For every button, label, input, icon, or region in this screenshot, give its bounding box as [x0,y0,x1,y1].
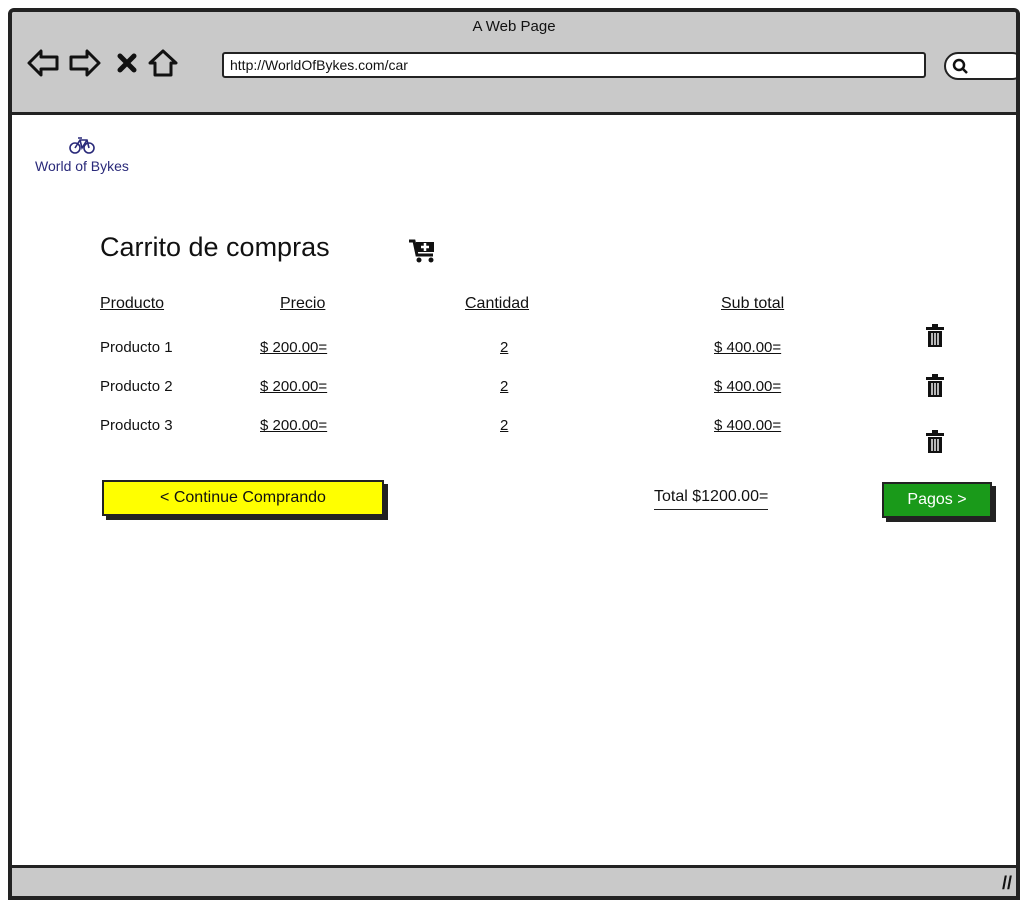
address-bar[interactable]: http://WorldOfBykes.com/car [222,52,926,78]
continue-shopping-button[interactable]: < Continue Comprando [102,480,384,516]
row-2-product: Producto 2 [100,378,173,395]
browser-window: A Web Page http://WorldOfBykes.com/car W… [8,8,1020,900]
resize-handle-icon[interactable]: // [1002,873,1012,894]
site-logo[interactable]: World of Bykes [12,136,152,174]
row-3-price: $ 200.00= [260,417,328,434]
row-3-subtotal: $ 400.00= [714,417,782,434]
trash-icon[interactable] [925,430,945,454]
close-icon[interactable] [110,46,144,80]
home-icon[interactable] [146,46,180,80]
column-header-subtotal: Sub total [721,295,785,312]
back-arrow-icon[interactable] [26,46,60,80]
cart-icon [409,239,434,263]
trash-icon[interactable] [925,374,945,398]
search-icon [952,58,968,74]
row-1-product: Producto 1 [100,339,173,356]
total-amount: Total $1200.00= [654,488,769,510]
window-title: A Web Page [472,18,556,35]
pay-button[interactable]: Pagos > [882,482,992,518]
logo-text: World of Bykes [35,158,129,174]
search-field[interactable] [944,52,1016,80]
status-bar: // [12,865,1016,896]
row-2-price: $ 200.00= [260,378,328,395]
browser-toolbar: A Web Page http://WorldOfBykes.com/car [12,12,1016,115]
row-2-quantity[interactable]: 2 [500,378,508,395]
column-header-quantity: Cantidad [465,295,530,312]
bicycle-icon [69,137,95,154]
page-title: Carrito de compras [100,232,330,262]
row-3-quantity[interactable]: 2 [500,417,508,434]
row-1-quantity[interactable]: 2 [500,339,508,356]
column-header-price: Precio [280,295,326,312]
trash-icon[interactable] [925,324,945,348]
row-3-product: Producto 3 [100,417,173,434]
row-2-subtotal: $ 400.00= [714,378,782,395]
column-header-product: Producto [100,295,165,312]
forward-arrow-icon[interactable] [68,46,102,80]
row-1-subtotal: $ 400.00= [714,339,782,356]
row-1-price: $ 200.00= [260,339,328,356]
